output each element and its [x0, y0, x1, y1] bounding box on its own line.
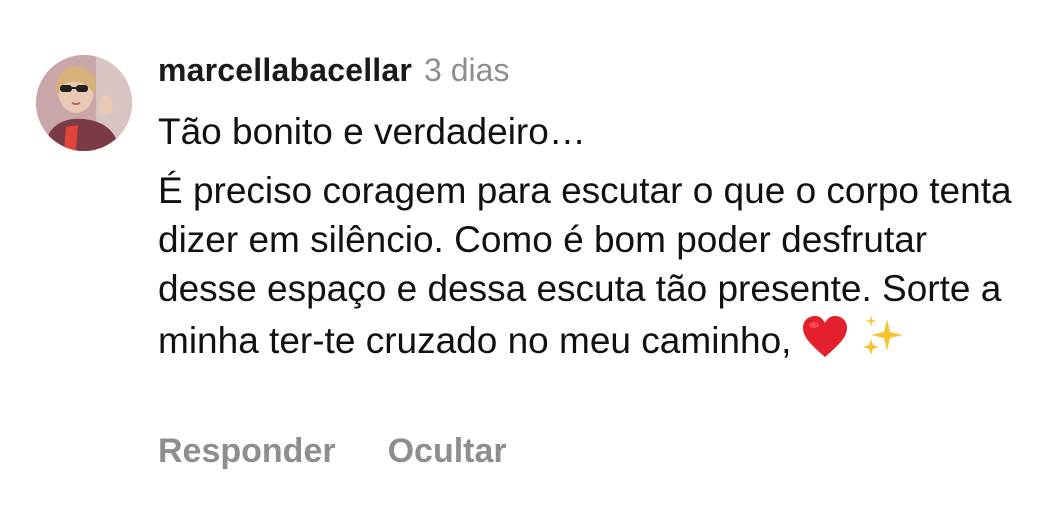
- hide-button[interactable]: Ocultar: [388, 432, 507, 471]
- heart-emoji-icon: [801, 315, 849, 371]
- comment-actions: Responder Ocultar: [158, 432, 507, 471]
- comment-body: É preciso coragem para escutar o que o c…: [158, 166, 1018, 373]
- comment-content: marcellabacellar 3 dias Tão bonito e ver…: [158, 52, 1038, 373]
- username[interactable]: marcellabacellar: [158, 52, 412, 89]
- avatar[interactable]: [36, 55, 132, 151]
- timestamp: 3 dias: [424, 52, 510, 88]
- comment-first-line: Tão bonito e verdadeiro…: [158, 111, 586, 152]
- comment: marcellabacellar 3 dias Tão bonito e ver…: [0, 0, 1056, 514]
- sparkles-emoji-icon: [859, 313, 907, 373]
- reply-button[interactable]: Responder: [158, 432, 336, 471]
- comment-header: marcellabacellar 3 dias: [158, 52, 1038, 96]
